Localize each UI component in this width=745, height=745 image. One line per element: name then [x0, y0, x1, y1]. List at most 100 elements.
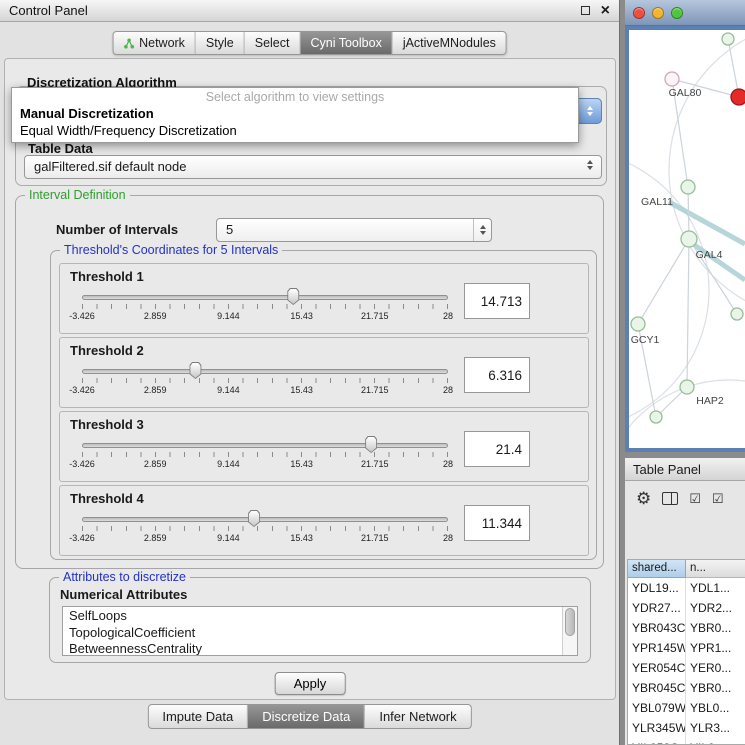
minimize-button[interactable] [652, 7, 664, 19]
network-node[interactable] [731, 89, 745, 105]
tab-style[interactable]: Style [196, 32, 245, 54]
table-row[interactable]: YER054CYER0... [628, 658, 745, 678]
tab-cyni-toolbox[interactable]: Cyni Toolbox [300, 32, 392, 54]
tick-label: 21.715 [361, 459, 389, 469]
cyni-toolbox-panel: Discretization Algorithm Table Data galF… [4, 58, 616, 700]
scrollbar-thumb[interactable] [565, 608, 575, 636]
threshold-value-field[interactable]: 6.316 [464, 357, 530, 393]
popup-option-equal-width-frequency[interactable]: Equal Width/Frequency Discretization [12, 122, 578, 139]
table-row[interactable]: YBR043CYBR0... [628, 618, 745, 638]
tab-infer-network[interactable]: Infer Network [365, 705, 470, 728]
cell-shared-name[interactable]: YER054C [628, 658, 686, 678]
network-node-gcy1[interactable] [631, 317, 645, 331]
tick-label: 21.715 [361, 533, 389, 543]
control-panel-window: Control Panel × Network Style Select Cyn… [0, 0, 620, 745]
cell-name[interactable]: YBR0... [686, 678, 745, 698]
zoom-button[interactable] [671, 7, 683, 19]
attribute-item[interactable]: BetweennessCentrality [63, 640, 577, 656]
threshold-slider[interactable]: -3.4262.8599.14415.4321.71528 [82, 288, 448, 328]
cell-shared-name[interactable]: YBR045C [628, 678, 686, 698]
close-icon[interactable]: × [601, 6, 610, 16]
spinner-arrows-icon[interactable] [473, 219, 491, 241]
threshold-value-field[interactable]: 11.344 [464, 505, 530, 541]
network-canvas[interactable]: GAL80GAL11GAL4GCY1HAP2 [629, 30, 745, 448]
tab-select[interactable]: Select [245, 32, 301, 54]
threshold-value-field[interactable]: 21.4 [464, 431, 530, 467]
table-panel-content: ⚙ ☑ ☑ shared... n... YDL19...YDL1...YDR2… [625, 481, 745, 745]
table-panel-titlebar: Table Panel [625, 458, 745, 481]
cell-name[interactable]: YLR3... [686, 718, 745, 738]
cell-shared-name[interactable]: YDR27... [628, 598, 686, 618]
tick-label: -3.426 [69, 385, 95, 395]
slider-thumb[interactable] [188, 362, 202, 379]
network-edge-thick[interactable] [669, 202, 745, 244]
close-button[interactable] [633, 7, 645, 19]
attributes-scrollbar[interactable] [562, 607, 577, 655]
tab-network[interactable]: Network [113, 32, 196, 54]
table-row[interactable]: YDR27...YDR2... [628, 598, 745, 618]
attribute-item[interactable]: SelfLoops [63, 607, 577, 624]
attributes-list[interactable]: SelfLoopsTopologicalCoefficientBetweenne… [62, 606, 578, 656]
table-data-combobox[interactable]: galFiltered.sif default node [24, 155, 602, 179]
network-node[interactable] [722, 33, 734, 45]
slider-thumb[interactable] [364, 436, 378, 453]
network-edge[interactable] [638, 239, 689, 324]
network-node-gal80[interactable] [665, 72, 679, 86]
table-row[interactable]: YBL079WYBL0... [628, 698, 745, 718]
column-header-name[interactable]: n... [686, 560, 745, 578]
slider-thumb[interactable] [286, 288, 300, 305]
cell-name[interactable]: YBR0... [686, 618, 745, 638]
column-header-shared-name[interactable]: shared... [628, 560, 686, 578]
network-node-gal4[interactable] [681, 231, 697, 247]
slider-thumb[interactable] [247, 510, 261, 527]
table-row[interactable]: YDL19...YDL1... [628, 578, 745, 598]
node-table: shared... n... YDL19...YDL1...YDR27...YD… [627, 559, 745, 745]
cell-name[interactable]: YDL1... [686, 578, 745, 598]
edge-arc [629, 150, 709, 430]
number-of-intervals-spinner[interactable]: 5 [216, 218, 492, 242]
tab-impute-data[interactable]: Impute Data [148, 705, 248, 728]
cell-name[interactable]: YDR2... [686, 598, 745, 618]
cell-shared-name[interactable]: YLR345W [628, 718, 686, 738]
numerical-attributes-label: Numerical Attributes [60, 587, 187, 602]
slider-ticks [82, 304, 448, 309]
checkbox-icon[interactable]: ☑ [712, 492, 724, 505]
table-row[interactable]: YIL052CYIL0... [628, 738, 745, 745]
gear-icon[interactable]: ⚙ [636, 490, 651, 507]
checkbox-icon[interactable]: ☑ [689, 492, 701, 505]
network-edge[interactable] [728, 39, 739, 97]
threshold-slider[interactable]: -3.4262.8599.14415.4321.71528 [82, 510, 448, 550]
cell-shared-name[interactable]: YPR145W [628, 638, 686, 658]
threshold-slider[interactable]: -3.4262.8599.14415.4321.71528 [82, 362, 448, 402]
attribute-item[interactable]: TopologicalCoefficient [63, 624, 577, 641]
columns-icon[interactable] [662, 492, 678, 505]
float-window-icon[interactable] [581, 6, 590, 15]
combo-stepper-icon[interactable] [578, 98, 602, 124]
cell-shared-name[interactable]: YBR043C [628, 618, 686, 638]
threshold-value-field[interactable]: 14.713 [464, 283, 530, 319]
network-node[interactable] [650, 411, 662, 423]
table-row[interactable]: YBR045CYBR0... [628, 678, 745, 698]
slider-track [82, 517, 448, 522]
attributes-group: Attributes to discretize Numerical Attri… [49, 577, 591, 663]
cell-name[interactable]: YIL0... [686, 738, 745, 745]
cell-shared-name[interactable]: YDL19... [628, 578, 686, 598]
cell-name[interactable]: YPR1... [686, 638, 745, 658]
node-label: GAL80 [669, 87, 702, 99]
threshold-box: Threshold 3-3.4262.8599.14415.4321.71528… [59, 411, 589, 482]
table-row[interactable]: YLR345WYLR3... [628, 718, 745, 738]
table-row[interactable]: YPR145WYPR1... [628, 638, 745, 658]
threshold-slider[interactable]: -3.4262.8599.14415.4321.71528 [82, 436, 448, 476]
popup-option-manual-discretization[interactable]: Manual Discretization [12, 105, 578, 122]
cell-name[interactable]: YER0... [686, 658, 745, 678]
cell-shared-name[interactable]: YBL079W [628, 698, 686, 718]
network-node[interactable] [731, 308, 743, 320]
network-node-gal11[interactable] [681, 180, 695, 194]
cell-shared-name[interactable]: YIL052C [628, 738, 686, 745]
interval-definition-title: Interval Definition [25, 188, 130, 202]
cell-name[interactable]: YBL0... [686, 698, 745, 718]
apply-button[interactable]: Apply [275, 672, 346, 695]
tab-discretize-data[interactable]: Discretize Data [248, 705, 365, 728]
network-node-hap2[interactable] [680, 380, 694, 394]
tab-jactivemodules[interactable]: jActiveMNodules [393, 32, 506, 54]
